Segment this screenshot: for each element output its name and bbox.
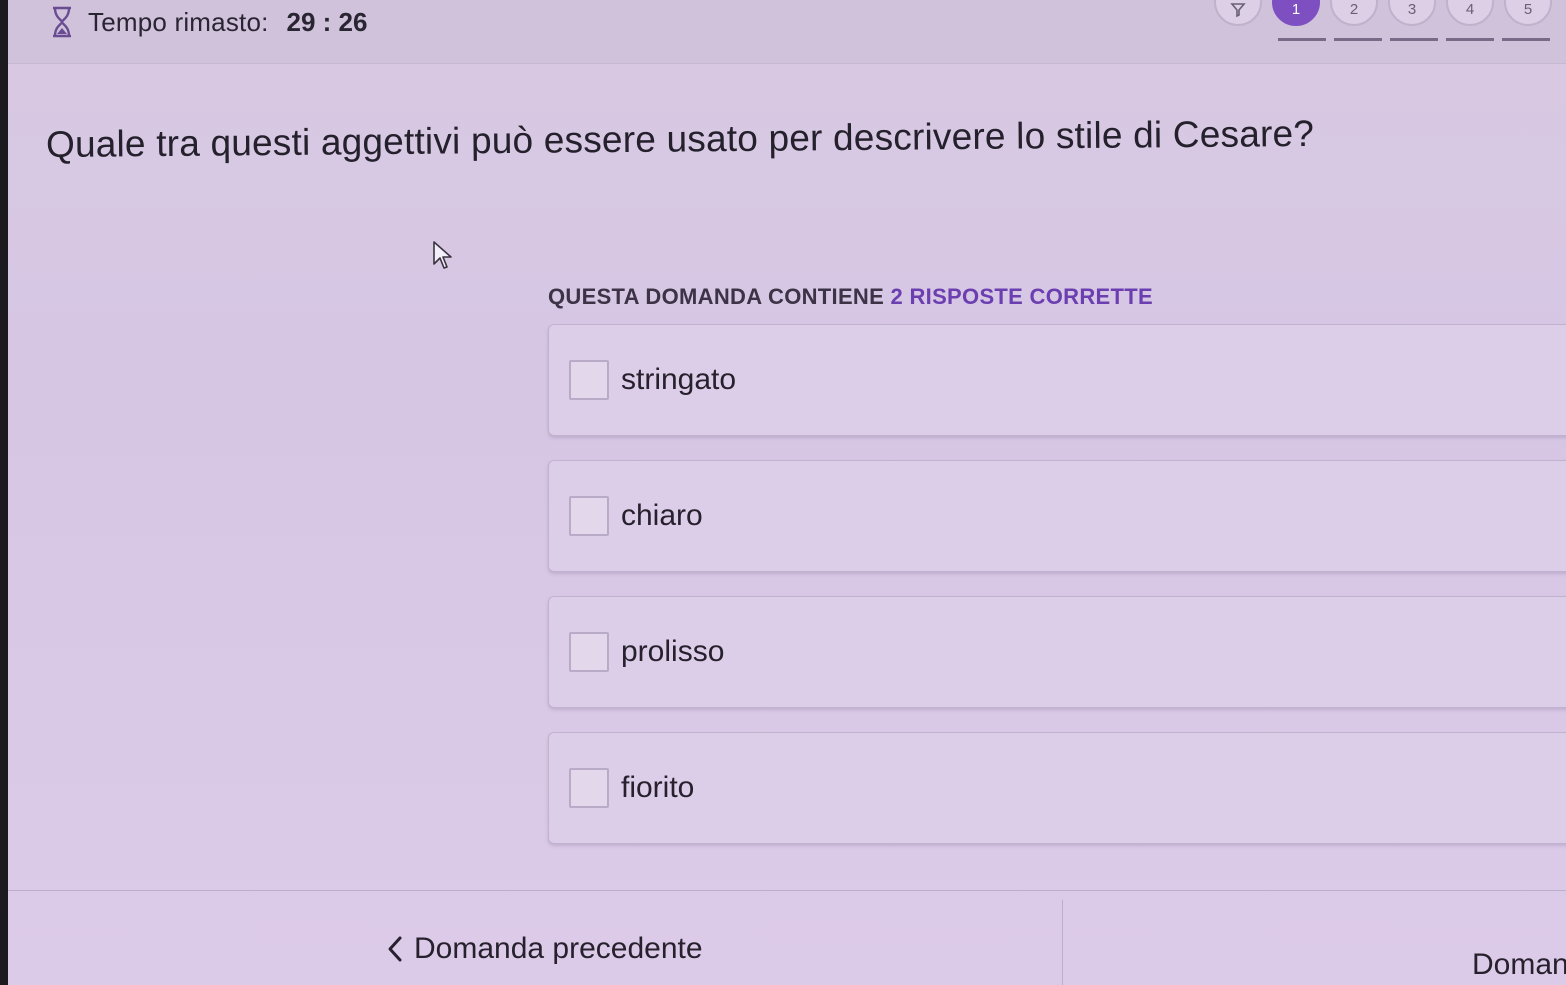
timer: Tempo rimasto: 29 : 26 [50,6,367,38]
previous-question-button[interactable]: Domanda precedente [386,932,703,966]
step-4[interactable]: 4 [1446,0,1494,26]
answer-option[interactable]: prolisso [548,596,1566,708]
hourglass-icon [53,6,71,38]
step-3[interactable]: 3 [1388,0,1436,26]
step-2[interactable]: 2 [1330,0,1378,26]
answer-label: stringato [621,363,737,396]
question-steps: 1 2 3 4 5 [1214,0,1552,26]
checkbox[interactable] [569,768,609,808]
quiz-screen: Tempo rimasto: 29 : 26 1 2 3 4 5 Quale t… [8,0,1566,985]
filter-icon[interactable] [1214,0,1262,26]
answer-option[interactable]: chiaro [548,460,1566,572]
step-line [1446,38,1494,41]
answer-list: stringato chiaro prolisso fiorito [548,324,1566,868]
previous-question-label: Domanda precedente [414,932,703,965]
question-text: Quale tra questi aggettivi può essere us… [45,112,1315,165]
step-1[interactable]: 1 [1272,0,1320,26]
step-5[interactable]: 5 [1504,0,1552,26]
answer-option[interactable]: fiorito [548,732,1566,844]
answer-label: prolisso [621,635,725,668]
hint-suffix: RISPOSTE CORRETTE [909,284,1153,309]
hint-count: 2 [890,284,904,309]
checkbox[interactable] [569,496,609,536]
timer-value: 29 : 26 [286,6,368,37]
footer-divider [8,890,1566,891]
checkbox[interactable] [569,632,609,672]
hint-prefix: QUESTA DOMANDA CONTIENE [548,284,885,309]
answer-count-hint: QUESTA DOMANDA CONTIENE 2 RISPOSTE CORRE… [548,284,1153,310]
top-bar: Tempo rimasto: 29 : 26 1 2 3 4 5 [8,0,1566,64]
step-line [1278,38,1326,41]
step-line [1390,38,1438,41]
chevron-left-icon [388,936,402,962]
mouse-cursor-icon [433,241,452,269]
checkbox[interactable] [569,360,609,400]
step-line [1502,38,1550,41]
next-question-button[interactable]: Domanda successiva [1472,948,1566,982]
footer-separator [1062,900,1063,985]
answer-label: fiorito [621,771,695,804]
step-progress [1278,38,1550,41]
answer-label: chiaro [621,499,703,532]
timer-label: Tempo rimasto: [88,6,269,37]
answer-option[interactable]: stringato [548,324,1566,436]
step-line [1334,38,1382,41]
